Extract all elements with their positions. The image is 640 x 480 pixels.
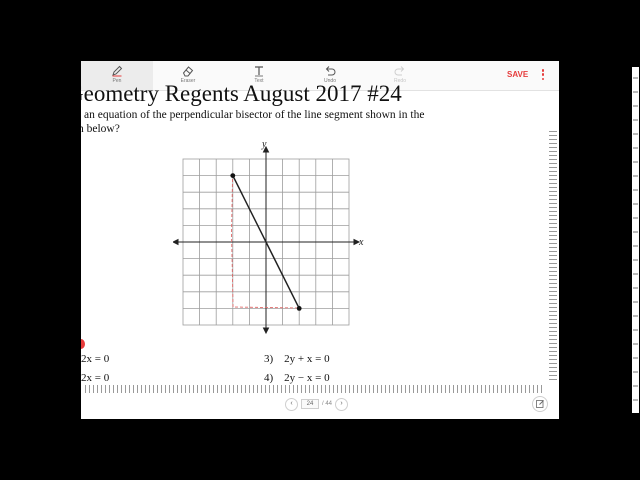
eraser-icon: [182, 66, 194, 77]
question-text-line-1: an equation of the perpendicular bisecto…: [84, 109, 425, 121]
choice-2-equation: 2x = 0: [81, 372, 110, 384]
coordinate-graph: y x: [173, 139, 364, 335]
edit-page-button[interactable]: [532, 396, 548, 412]
answer-choice-3: 3) 2y + x = 0: [264, 353, 330, 365]
vertical-scrollbar-ruler[interactable]: [549, 131, 557, 381]
answer-choice-2: 2x = 0: [81, 372, 109, 384]
choice-4-number: 4): [264, 372, 274, 384]
page-total-label: / 44: [322, 401, 333, 407]
save-button[interactable]: SAVE: [507, 70, 528, 79]
choice-3-equation: 2y + x = 0: [284, 353, 330, 365]
choice-1-equation: 2x = 0: [81, 353, 110, 365]
pen-icon: [112, 65, 123, 77]
x-axis-label: x: [358, 237, 364, 248]
annotation-marker: [81, 339, 85, 349]
axes: [173, 145, 361, 335]
previous-page-button[interactable]: ‹: [285, 397, 298, 411]
document-title: Geometry Regents August 2017 #24: [81, 81, 402, 106]
text-icon: [255, 66, 263, 77]
side-strip: [632, 67, 639, 413]
redo-icon: [394, 66, 405, 76]
segment-endpoint-bottom: [296, 306, 302, 311]
choice-4-equation: 2y − x = 0: [284, 372, 330, 384]
undo-icon: [325, 66, 336, 76]
pdf-annotator-window: Pen Eraser Text Undo Redo SAVE Geometry …: [81, 61, 559, 419]
answer-choice-4: 4) 2y − x = 0: [264, 372, 330, 384]
segment-endpoint-top: [230, 173, 236, 178]
next-page-button[interactable]: ›: [335, 397, 349, 411]
choice-3-number: 3): [264, 353, 274, 365]
horizontal-scrollbar-ruler[interactable]: [85, 385, 545, 393]
more-options-icon[interactable]: [540, 69, 546, 83]
edit-icon: [536, 400, 544, 408]
y-axis-label: y: [261, 139, 267, 150]
page-navigator: ‹ 24 / 44 ›: [285, 397, 349, 411]
question-text-line-2: n below?: [81, 123, 120, 135]
answer-choice-1: 2x = 0: [81, 353, 109, 365]
page-number-input[interactable]: 24: [301, 399, 319, 409]
